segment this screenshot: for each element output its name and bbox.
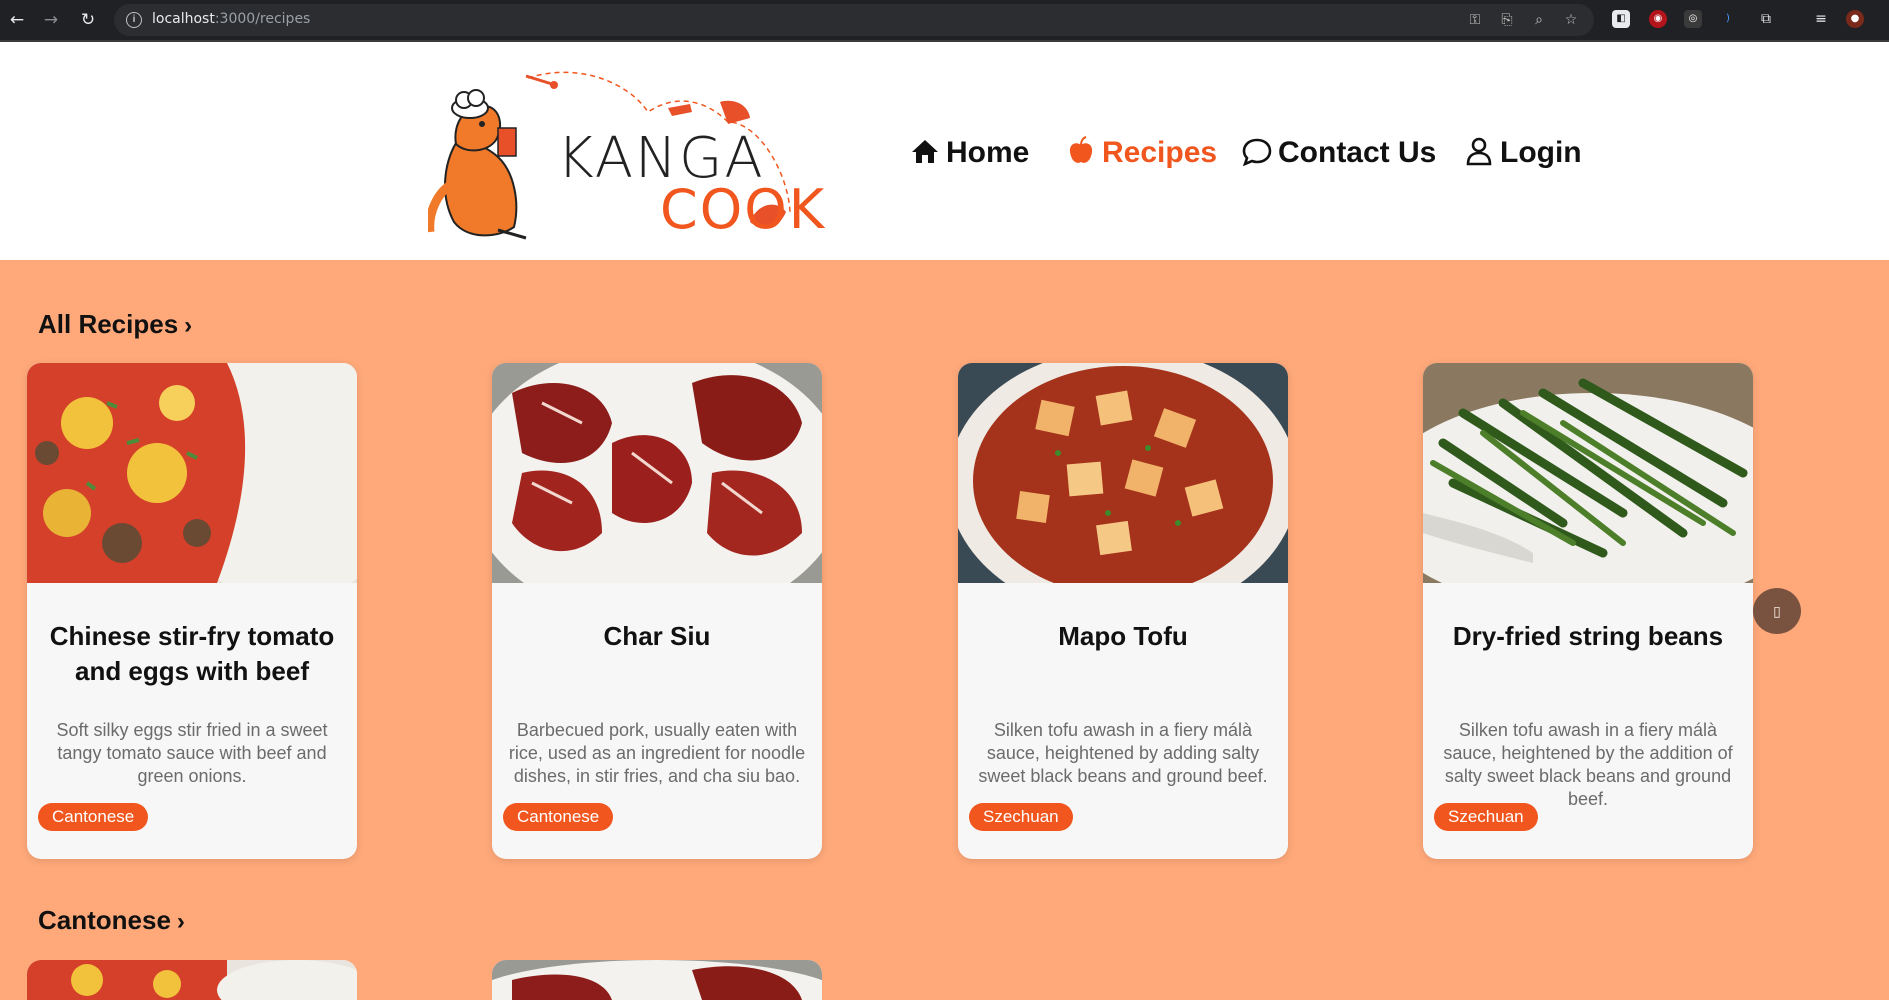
site-header: KANGA COOK Home Recipes Contact Us Login (0, 42, 1889, 260)
tomato-egg-beef-photo (27, 363, 357, 583)
recipe-card[interactable]: Char Siu Barbecued pork, usually eaten w… (492, 363, 822, 859)
reload-icon[interactable]: ↻ (77, 9, 99, 31)
apple-icon (1069, 136, 1093, 163)
recipe-card[interactable]: Dry-fried string beans Silken tofu awash… (1423, 363, 1753, 859)
recipe-card-partial[interactable] (492, 960, 822, 1000)
recipe-title: Chinese stir-fry tomato and eggs with be… (49, 621, 335, 686)
nav-login[interactable]: Login (1464, 131, 1582, 175)
reading-list-icon[interactable]: ≡ (1812, 10, 1830, 28)
char-siu-photo (492, 363, 822, 583)
section-title-label: All Recipes (38, 309, 179, 339)
nav-home-label: Home (946, 136, 1030, 169)
ublock-icon[interactable]: ◉ (1649, 10, 1667, 28)
cuisine-tag[interactable]: Szechuan (1434, 803, 1538, 831)
cuisine-tag[interactable]: Cantonese (503, 803, 614, 831)
cuisine-tag[interactable]: Szechuan (969, 803, 1073, 831)
nav-recipes-label: Recipes (1102, 136, 1218, 169)
browser-toolbar: ← → ↻ i localhost:3000/recipes ⚿ ⎘ ⌕ ☆ ◧… (0, 0, 1889, 42)
cuisine-tag[interactable]: Cantonese (38, 803, 149, 831)
recipe-card[interactable]: Chinese stir-fry tomato and eggs with be… (27, 363, 357, 859)
logo-word-cook: COOK (660, 178, 827, 241)
nav-home[interactable]: Home (910, 131, 1029, 175)
wave-extension-icon[interactable]: ) (1719, 10, 1737, 28)
address-bar[interactable]: i localhost:3000/recipes ⚿ ⎘ ⌕ ☆ (114, 4, 1594, 36)
zoom-icon[interactable]: ⌕ (1530, 11, 1548, 29)
square-icon: ▯ (1773, 603, 1781, 619)
nav-contact[interactable]: Contact Us (1242, 131, 1436, 175)
key-icon[interactable]: ⚿ (1466, 11, 1484, 29)
mapo-tofu-photo (958, 363, 1288, 583)
recipe-description: Soft silky eggs stir fried in a sweet ta… (56, 720, 328, 786)
site-info-icon[interactable]: i (126, 12, 142, 28)
glasses-extension-icon[interactable]: ◎ (1684, 10, 1702, 28)
section-title-all-recipes[interactable]: All Recipes › (38, 309, 192, 340)
recipe-description: Silken tofu awash in a fiery málà sauce,… (1443, 720, 1733, 809)
string-beans-photo (1423, 363, 1753, 583)
section-title-cantonese[interactable]: Cantonese › (38, 905, 185, 936)
puzzle-extensions-icon[interactable]: ⧉ (1757, 10, 1775, 28)
floating-action-button[interactable]: ▯ (1753, 588, 1801, 634)
bookmark-star-icon[interactable]: ☆ (1562, 11, 1580, 29)
recipe-description: Barbecued pork, usually eaten with rice,… (508, 720, 806, 786)
nav-recipes[interactable]: Recipes (1066, 131, 1217, 175)
recipe-title: Dry-fried string beans (1452, 621, 1724, 651)
chat-bubble-icon (1242, 138, 1272, 166)
forward-arrow-icon[interactable]: → (40, 9, 62, 31)
url-text[interactable]: localhost:3000/recipes (152, 11, 310, 27)
recipe-card-partial[interactable] (27, 960, 357, 1000)
recipe-description: Silken tofu awash in a fiery málà sauce,… (978, 720, 1268, 786)
tomato-egg-beef-photo (27, 960, 357, 1000)
recipe-title: Mapo Tofu (1058, 621, 1188, 651)
back-arrow-icon[interactable]: ← (6, 9, 28, 31)
nav-login-label: Login (1500, 136, 1582, 169)
chevron-right-icon: › (176, 908, 185, 935)
install-app-icon[interactable]: ⎘ (1498, 11, 1516, 29)
section-title-label: Cantonese (38, 905, 171, 935)
profile-avatar[interactable]: ● (1846, 10, 1864, 28)
recipe-title: Char Siu (603, 621, 711, 651)
nav-contact-label: Contact Us (1278, 136, 1437, 169)
extension-icon[interactable]: ◧ (1612, 10, 1630, 28)
recipe-card[interactable]: Mapo Tofu Silken tofu awash in a fiery m… (958, 363, 1288, 859)
user-icon (1466, 137, 1492, 166)
home-icon (912, 140, 938, 163)
chevron-right-icon: › (184, 312, 193, 339)
char-siu-photo (492, 960, 822, 1000)
